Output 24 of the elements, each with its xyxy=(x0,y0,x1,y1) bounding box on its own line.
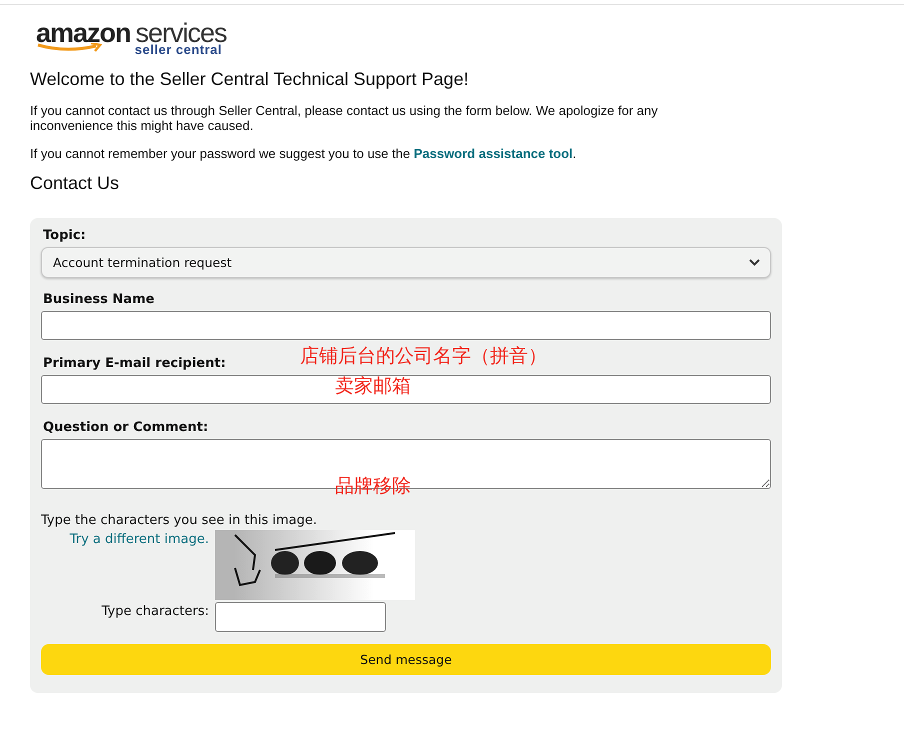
text-field[interactable] xyxy=(41,375,771,404)
different-image-link[interactable]: Try a different image. xyxy=(70,532,209,547)
logo-product-name: services xyxy=(136,21,227,45)
page-heading: Welcome to the Seller Central Technical Support Page! xyxy=(30,69,470,90)
text-field[interactable] xyxy=(41,311,771,340)
password-note: If you cannot remember your password we suggest you to use the Password assistance tool. xyxy=(30,146,578,161)
annotation-text: 品牌移除 xyxy=(335,474,411,499)
logo-subtitle: seller central xyxy=(134,42,222,57)
section-heading: Contact Us xyxy=(30,173,120,194)
annotation-text: 店铺后台的公司名字（拼音） xyxy=(300,344,547,369)
send-message-button[interactable]: Send message xyxy=(41,644,771,675)
password-assistance-link[interactable]: Password assistance tool xyxy=(414,146,573,161)
field-label: Primary E-mail recipient: xyxy=(43,356,226,371)
chevron-down-icon xyxy=(749,259,760,266)
captcha-field[interactable] xyxy=(215,602,386,632)
field-label: Question or Comment: xyxy=(43,420,208,435)
logo-wordmark: amazon xyxy=(36,21,131,45)
captcha-instruction: Type the characters you see in this image. xyxy=(41,513,317,528)
field-label: Topic: xyxy=(43,228,86,243)
topic-select[interactable]: Account termination request xyxy=(41,247,771,278)
annotation-text: 卖家邮箱 xyxy=(335,374,411,399)
intro-text: If you cannot contact us through Seller Central, please contact us using the form below. We apologize for any inconvenience this might have caused. xyxy=(30,103,659,133)
field-label: Type characters: xyxy=(102,604,209,621)
field-label: Business Name xyxy=(43,292,154,307)
